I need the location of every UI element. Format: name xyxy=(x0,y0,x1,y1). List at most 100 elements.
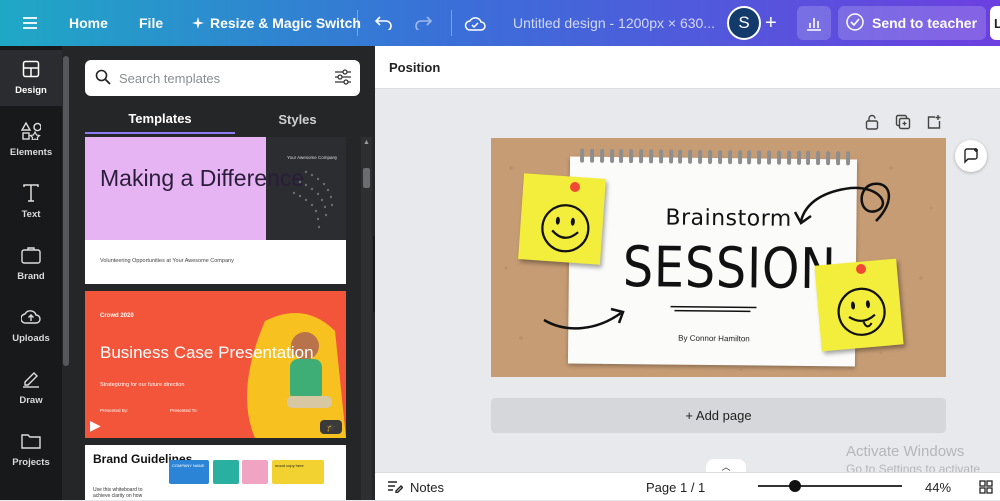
text-icon xyxy=(23,184,39,205)
smiley-icon xyxy=(541,204,590,253)
rail-item-brand[interactable]: Brand xyxy=(0,236,62,292)
menu-icon[interactable] xyxy=(22,0,38,46)
notes-icon xyxy=(387,479,404,496)
template-title: Making a Difference xyxy=(100,165,305,191)
template-subtitle: Strategizing for our future direction xyxy=(100,382,185,388)
design-canvas[interactable]: Brainstorm SESSION By Connor Hamilton xyxy=(491,138,946,377)
projects-icon xyxy=(21,432,41,453)
swoosh-arrow[interactable] xyxy=(541,303,631,338)
activate-windows-title: Activate Windows xyxy=(846,443,965,460)
context-toolbar: Position xyxy=(375,46,1000,89)
rail-label: Brand xyxy=(17,271,45,282)
add-page-icon[interactable] xyxy=(924,112,944,132)
tab-templates[interactable]: Templates xyxy=(85,104,235,134)
rail-item-elements[interactable]: Elements xyxy=(0,112,62,168)
curly-arrow[interactable] xyxy=(781,176,901,236)
scroll-thumb[interactable] xyxy=(363,168,370,188)
rail-label: Projects xyxy=(12,457,50,468)
resize-label: Resize & Magic Switch xyxy=(210,15,361,31)
rail-item-draw[interactable]: Draw xyxy=(0,360,62,416)
share-button[interactable]: L xyxy=(990,6,1000,40)
search-icon xyxy=(95,69,111,90)
send-to-teacher-button[interactable]: Send to teacher xyxy=(838,6,986,40)
rail-item-uploads[interactable]: Uploads xyxy=(0,298,62,354)
rail-label: Design xyxy=(15,85,47,96)
divider xyxy=(451,10,452,36)
side-rail: Design Elements Text Brand Uploads Draw … xyxy=(0,46,62,500)
template-presented-by: Presented By: xyxy=(100,408,129,413)
zoom-slider-knob[interactable] xyxy=(789,480,801,492)
add-collaborator-icon[interactable]: + xyxy=(765,0,777,46)
filter-icon[interactable] xyxy=(334,69,352,90)
cloud-save-icon[interactable] xyxy=(464,0,486,46)
template-tile: COMPANY NAME xyxy=(169,460,209,484)
push-pin xyxy=(570,182,580,192)
template-card-brand-guidelines[interactable]: Brand Guidelines Use this whiteboard to … xyxy=(85,445,346,500)
template-card-making-a-difference[interactable]: Your Awesome Company Making a Difference… xyxy=(85,137,346,284)
file-menu[interactable]: File xyxy=(139,0,163,46)
zoom-slider[interactable] xyxy=(758,485,902,487)
push-pin xyxy=(856,264,866,274)
education-cap-icon: 🎓 xyxy=(320,420,342,434)
lock-icon[interactable] xyxy=(862,112,882,132)
check-circle-icon xyxy=(846,12,864,34)
template-tag: Crowd 2020 xyxy=(100,313,134,319)
canvas-byline[interactable]: By Connor Hamilton xyxy=(678,334,750,344)
add-page-button[interactable]: + Add page xyxy=(491,398,946,433)
bottom-bar: Notes Page 1 / 1 44% xyxy=(375,472,1000,500)
panel-scrollbar[interactable] xyxy=(63,56,69,366)
template-tile xyxy=(242,460,268,484)
sticky-note[interactable] xyxy=(518,173,606,265)
template-tile: mood copy here xyxy=(272,460,324,484)
tile-label: mood copy here xyxy=(275,463,304,468)
duplicate-page-icon[interactable] xyxy=(893,112,913,132)
rail-item-text[interactable]: Text xyxy=(0,174,62,230)
sparkle-icon xyxy=(192,17,204,29)
template-card-business-case[interactable]: Crowd 2020 Business Case Presentation St… xyxy=(85,291,346,438)
template-title: Business Case Presentation xyxy=(100,343,314,362)
uploads-icon xyxy=(20,308,41,329)
search-templates-input[interactable]: Search templates xyxy=(85,60,360,96)
template-tile xyxy=(213,460,239,484)
template-subtitle: Volunteering Opportunities at Your Aweso… xyxy=(100,258,234,264)
rail-item-design[interactable]: Design xyxy=(0,50,62,106)
zoom-level[interactable]: 44% xyxy=(925,473,951,501)
elements-icon xyxy=(20,121,42,143)
tile-label: COMPANY NAME xyxy=(172,463,205,468)
divider xyxy=(357,10,358,36)
show-pages-chevron-up-icon[interactable]: ︿ xyxy=(706,459,746,473)
play-icon[interactable]: ▶ xyxy=(90,417,101,434)
home-button[interactable]: Home xyxy=(69,0,108,46)
comment-icon[interactable] xyxy=(955,140,987,172)
underline-scribble xyxy=(670,305,757,313)
canvas-title[interactable]: SESSION xyxy=(623,235,837,302)
rail-label: Draw xyxy=(19,395,43,406)
notes-button[interactable]: Notes xyxy=(387,473,444,501)
design-title[interactable]: Untitled design - 1200px × 630... xyxy=(513,0,715,46)
template-subtitle: Use this whiteboard to achieve clarity o… xyxy=(93,487,143,499)
rail-label: Elements xyxy=(9,147,53,158)
insights-icon[interactable] xyxy=(797,6,831,40)
draw-icon xyxy=(21,370,41,391)
design-icon xyxy=(22,60,40,81)
position-button[interactable]: Position xyxy=(389,60,440,75)
template-presented-to: Presented To: xyxy=(170,408,198,413)
template-company: Your Awesome Company xyxy=(287,155,338,160)
top-bar: Home File Resize & Magic Switch Untitled… xyxy=(0,0,1000,46)
page-indicator[interactable]: Page 1 / 1 xyxy=(646,473,705,501)
scroll-up-icon[interactable]: ▲ xyxy=(363,139,370,146)
undo-icon[interactable] xyxy=(375,0,393,46)
canvas-heading[interactable]: Brainstorm xyxy=(665,206,792,232)
grid-view-icon[interactable] xyxy=(979,473,993,501)
templates-scrollbar[interactable]: ▲ xyxy=(361,137,372,500)
redo-icon[interactable] xyxy=(414,0,432,46)
rail-label: Text xyxy=(21,209,41,220)
tab-styles[interactable]: Styles xyxy=(235,104,360,134)
rail-item-projects[interactable]: Projects xyxy=(0,422,62,478)
spiral-rings xyxy=(580,148,850,166)
notes-label: Notes xyxy=(410,479,444,495)
resize-button[interactable]: Resize & Magic Switch xyxy=(192,0,361,46)
avatar[interactable]: S xyxy=(727,6,761,40)
search-placeholder: Search templates xyxy=(119,70,221,86)
rail-label: Uploads xyxy=(12,333,50,344)
